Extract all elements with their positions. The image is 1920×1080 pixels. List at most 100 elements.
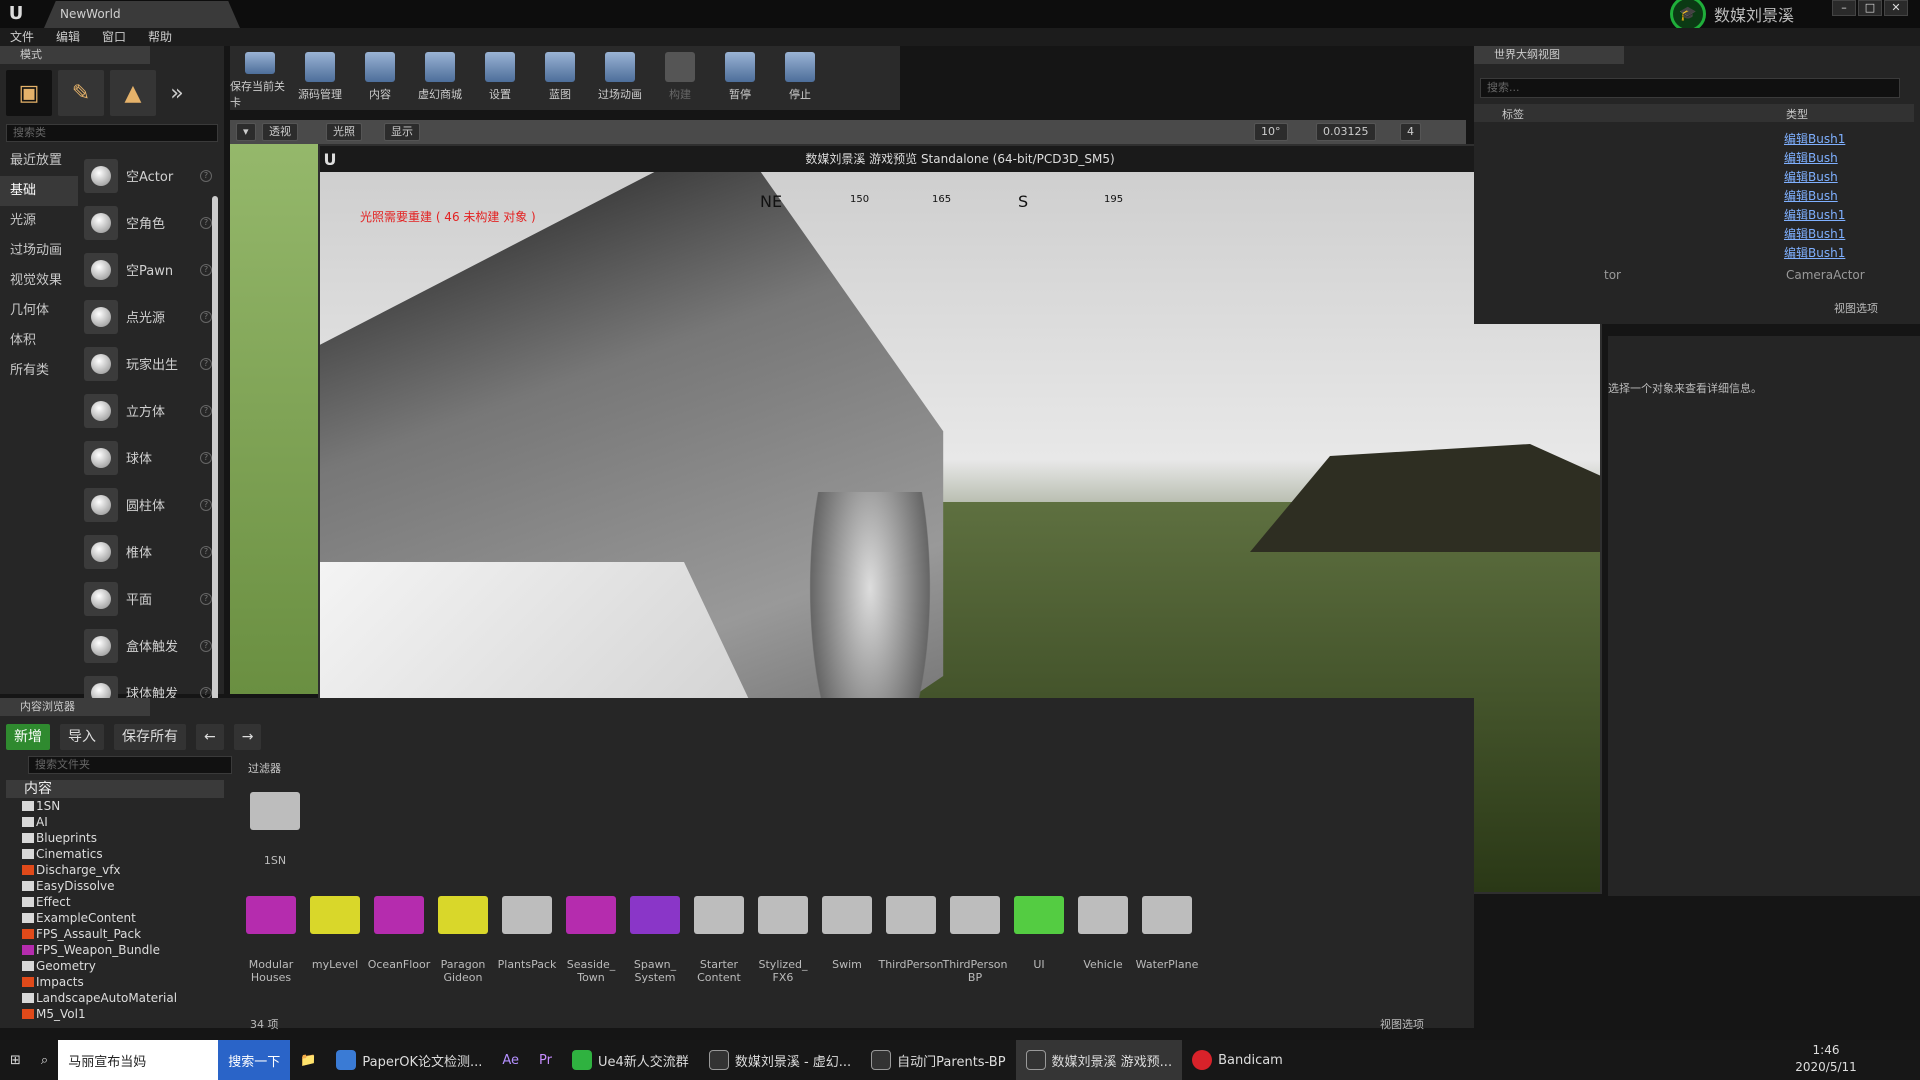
taskbar-app[interactable]: Pr: [529, 1040, 562, 1080]
list-item[interactable]: 圆柱体?: [84, 481, 212, 528]
start-icon[interactable]: ⊞: [0, 1040, 31, 1080]
scale-snap-value[interactable]: 0.03125: [1316, 123, 1376, 141]
save-level-button[interactable]: 保存当前关卡: [230, 46, 290, 110]
table-row[interactable]: 编辑Bush1: [1784, 130, 1904, 149]
help-icon[interactable]: ?: [200, 592, 212, 605]
help-icon[interactable]: ?: [200, 216, 212, 229]
outliner-search-input[interactable]: 搜索...: [1480, 78, 1900, 98]
cinematics-button[interactable]: 过场动画: [590, 46, 650, 110]
folder-tile[interactable]: Vehicle: [1078, 896, 1128, 984]
folder-tile[interactable]: ThirdPerson: [878, 896, 944, 984]
list-item[interactable]: 球体?: [84, 434, 212, 481]
content-view-options[interactable]: 视图选项: [1380, 1016, 1424, 1032]
help-icon[interactable]: ?: [200, 545, 212, 558]
category-volumes[interactable]: 体积: [0, 326, 78, 356]
taskbar-search-input[interactable]: 马丽宣布当妈: [58, 1040, 219, 1080]
folder-tile[interactable]: myLevel: [310, 896, 360, 984]
rotation-snap-value[interactable]: 10°: [1254, 123, 1288, 141]
table-row[interactable]: 编辑Bush1: [1784, 244, 1904, 263]
category-basic[interactable]: 基础: [0, 176, 78, 206]
table-row[interactable]: 编辑Bush1: [1784, 206, 1904, 225]
list-item[interactable]: Effect: [6, 894, 224, 910]
content-browser-tab[interactable]: 内容浏览器: [0, 698, 150, 716]
category-visual-effects[interactable]: 视觉效果: [0, 266, 78, 296]
save-all-button[interactable]: 保存所有: [114, 724, 186, 750]
folder-tile[interactable]: Starter Content: [694, 896, 744, 984]
list-item[interactable]: Cinematics: [6, 846, 224, 862]
stop-button[interactable]: 停止: [770, 46, 830, 110]
category-geometry[interactable]: 几何体: [0, 296, 78, 326]
list-item[interactable]: 空角色?: [84, 199, 212, 246]
taskbar-app[interactable]: 数媒刘景溪 游戏预...: [1015, 1040, 1183, 1080]
menu-help[interactable]: 帮助: [148, 28, 172, 46]
taskbar-app[interactable]: PaperOK论文检测...: [326, 1040, 492, 1080]
maximize-icon[interactable]: □: [1858, 0, 1882, 16]
list-item[interactable]: Blueprints: [6, 830, 224, 846]
menu-window[interactable]: 窗口: [102, 28, 126, 46]
perspective-button[interactable]: 透视: [262, 123, 298, 141]
search-icon[interactable]: ⌕: [31, 1040, 58, 1080]
paint-mode-icon[interactable]: ✎: [58, 70, 104, 116]
import-button[interactable]: 导入: [60, 724, 104, 750]
list-item[interactable]: ExampleContent: [6, 910, 224, 926]
help-icon[interactable]: ?: [200, 404, 212, 417]
landscape-mode-icon[interactable]: ▲: [110, 70, 156, 116]
modes-scrollbar[interactable]: [212, 196, 218, 706]
category-all-classes[interactable]: 所有类: [0, 356, 78, 386]
file-explorer-icon[interactable]: 📁: [290, 1040, 326, 1080]
tree-root-content[interactable]: 内容: [6, 780, 224, 798]
list-item[interactable]: 盒体触发?: [84, 622, 212, 669]
filter-button[interactable]: 过滤器: [248, 760, 281, 776]
list-item[interactable]: AI: [6, 814, 224, 830]
folder-tile[interactable]: Swim: [822, 896, 872, 984]
table-row[interactable]: 编辑Bush: [1784, 187, 1904, 206]
table-row[interactable]: 编辑Bush1: [1784, 225, 1904, 244]
content-button[interactable]: 内容: [350, 46, 410, 110]
list-item[interactable]: Geometry: [6, 958, 224, 974]
menu-edit[interactable]: 编辑: [56, 28, 80, 46]
help-icon[interactable]: ?: [200, 263, 212, 276]
folder-tile[interactable]: Spawn_ System: [630, 896, 680, 984]
editor-viewport[interactable]: [230, 144, 322, 694]
folder-tile[interactable]: Modular Houses: [246, 896, 296, 984]
folder-tile[interactable]: OceanFloor: [368, 896, 430, 984]
category-cinematic[interactable]: 过场动画: [0, 236, 78, 266]
folder-tile[interactable]: PlantsPack: [498, 896, 556, 984]
forward-icon[interactable]: →: [233, 724, 262, 750]
list-item[interactable]: 椎体?: [84, 528, 212, 575]
list-item[interactable]: 空Actor?: [84, 152, 212, 199]
list-item[interactable]: 平面?: [84, 575, 212, 622]
list-item[interactable]: M5_Vol1: [6, 1006, 224, 1022]
menu-file[interactable]: 文件: [10, 28, 34, 46]
build-button[interactable]: 构建: [650, 46, 710, 110]
folder-search-input[interactable]: 搜索文件夹: [28, 756, 232, 774]
blueprints-button[interactable]: 蓝图: [530, 46, 590, 110]
pause-button[interactable]: 暂停: [710, 46, 770, 110]
folder-tile[interactable]: Stylized_ FX6: [758, 896, 808, 984]
list-item[interactable]: 立方体?: [84, 387, 212, 434]
list-item[interactable]: LandscapeAutoMaterial: [6, 990, 224, 1006]
list-item[interactable]: EasyDissolve: [6, 878, 224, 894]
list-item[interactable]: FPS_Weapon_Bundle: [6, 942, 224, 958]
folder-tile[interactable]: ThirdPerson BP: [942, 896, 1008, 984]
folder-tile[interactable]: UI: [1014, 896, 1064, 984]
list-item[interactable]: 点光源?: [84, 293, 212, 340]
folder-tile[interactable]: 1SN: [250, 792, 300, 867]
camera-row-type[interactable]: CameraActor: [1786, 268, 1865, 282]
camera-speed-value[interactable]: 4: [1400, 123, 1421, 141]
settings-button[interactable]: 设置: [470, 46, 530, 110]
level-tab[interactable]: NewWorld: [44, 1, 240, 28]
help-icon[interactable]: ?: [200, 686, 212, 699]
category-lights[interactable]: 光源: [0, 206, 78, 236]
viewport-menu-icon[interactable]: ▾: [236, 123, 256, 141]
place-mode-icon[interactable]: ▣: [6, 70, 52, 116]
col-label[interactable]: 标签: [1502, 106, 1524, 122]
help-icon[interactable]: ?: [200, 498, 212, 511]
modes-tab[interactable]: 模式: [0, 46, 150, 64]
table-row[interactable]: 编辑Bush: [1784, 168, 1904, 187]
system-clock[interactable]: 1:46 2020/5/11: [1790, 1042, 1862, 1076]
minimize-icon[interactable]: –: [1832, 0, 1856, 16]
add-new-button[interactable]: 新增: [6, 724, 50, 750]
back-icon[interactable]: ←: [196, 724, 224, 750]
marketplace-button[interactable]: 虚幻商城: [410, 46, 470, 110]
